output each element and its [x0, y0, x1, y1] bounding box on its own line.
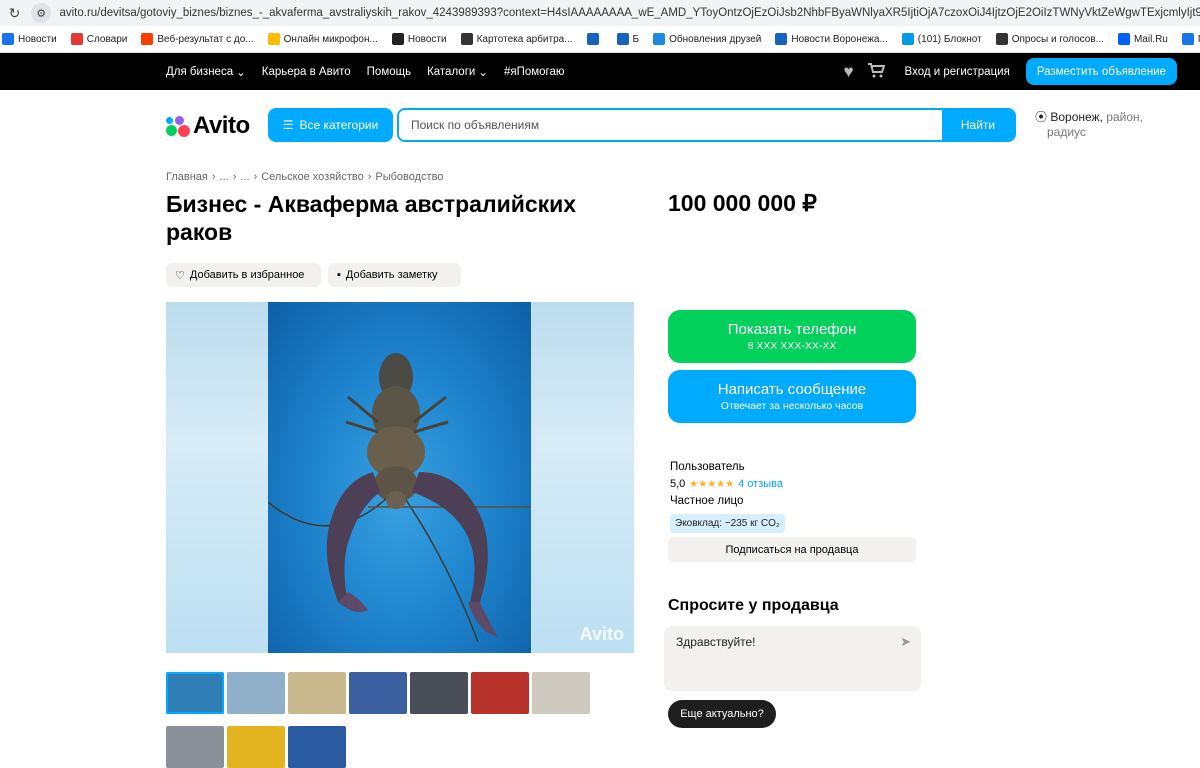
bookmarks-bar: Новости Словари Веб-результат с до... Онлай…: [0, 26, 1200, 53]
favorites-heart-icon[interactable]: ♥: [843, 63, 853, 80]
site-header: Avito ☰ Все категории Найти ⦿ Воронеж, р…: [0, 90, 1200, 160]
bookmark-item[interactable]: Mail.Ru: [1117, 33, 1168, 45]
ask-seller-title: Спросите у продавца: [668, 597, 839, 614]
breadcrumb-item[interactable]: ...: [220, 171, 229, 183]
bookmark-item[interactable]: Опросы и голосов...: [995, 33, 1104, 45]
gallery-thumbnail[interactable]: [166, 672, 224, 714]
bookmark-item[interactable]: Новости: [2, 33, 57, 45]
bookmark-item[interactable]: [586, 33, 603, 45]
gallery-blur-right: [532, 302, 634, 653]
subscribe-seller-button[interactable]: Подписаться на продавца: [668, 537, 916, 562]
gallery-thumbnail[interactable]: [227, 672, 285, 714]
logo-dots-icon: [166, 115, 190, 137]
bookmark-item[interactable]: Обновления друзей: [653, 33, 761, 45]
bookmark-item[interactable]: Словари: [70, 33, 127, 45]
reload-icon[interactable]: ↻: [6, 5, 23, 22]
bookmark-item[interactable]: (101) Блокнот: [901, 33, 982, 45]
nav-help[interactable]: Помощь: [367, 66, 411, 78]
crayfish-illustration: [267, 353, 531, 643]
send-icon[interactable]: ➤: [900, 634, 911, 650]
reviews-link[interactable]: 4 отзыва: [738, 476, 783, 493]
login-link[interactable]: Вход и регистрация: [905, 66, 1010, 78]
write-message-button[interactable]: Написать сообщение Отвечает за несколько…: [668, 370, 916, 423]
seller-name[interactable]: Пользователь: [670, 459, 785, 476]
bookmark-favicon-icon: [391, 33, 404, 45]
bookmark-item[interactable]: Картотека арбитра...: [460, 33, 573, 45]
bookmark-item[interactable]: Онлайн микрофон...: [267, 33, 378, 45]
bookmark-item[interactable]: Новости Воронежа...: [775, 33, 888, 45]
add-note-button[interactable]: ▪ Добавить заметку: [328, 263, 461, 287]
breadcrumb-home[interactable]: Главная: [166, 171, 208, 183]
chevron-down-icon: ⌄: [236, 66, 246, 79]
nav-for-business[interactable]: Для бизнеса ⌄: [166, 65, 246, 79]
bookmark-item[interactable]: Веб-результат с до...: [141, 33, 254, 45]
nav-catalogs[interactable]: Каталоги ⌄: [427, 65, 488, 79]
breadcrumb: Главная › ... › ... › Сельское хозяйство › Р…: [166, 171, 444, 183]
nav-i-help[interactable]: #яПомогаю: [504, 66, 565, 78]
all-categories-button[interactable]: ☰ Все категории: [268, 108, 393, 142]
seller-type: Частное лицо: [670, 495, 744, 507]
bookmark-favicon-icon: [775, 33, 788, 45]
bookmark-favicon-icon: [70, 33, 83, 45]
cart-icon[interactable]: [867, 62, 885, 81]
message-input[interactable]: Здравствуйте! ➤: [664, 626, 921, 691]
add-to-favorites-button[interactable]: ♡ Добавить в избранное: [166, 263, 321, 287]
gallery-thumbnail[interactable]: [532, 672, 590, 714]
rating-stars-icon: ★★★★★: [689, 479, 735, 490]
post-ad-button[interactable]: Разместить объявление: [1025, 58, 1177, 85]
bookmark-favicon-icon: [2, 33, 14, 45]
bookmark-item[interactable]: Поиск в Интернете: [1181, 33, 1200, 45]
breadcrumb-item[interactable]: ...: [240, 171, 249, 183]
bookmark-favicon-icon: [995, 33, 1008, 45]
search-bar: Найти: [397, 108, 1016, 142]
location-pin-icon: ⦿: [1035, 110, 1048, 124]
crayfish-photo: [267, 302, 531, 653]
nav-career[interactable]: Карьера в Авито: [262, 66, 351, 78]
site-info-icon[interactable]: ⚙: [30, 3, 52, 23]
url-field[interactable]: avito.ru/devitsa/gotoviy_biznes/biznes_-…: [59, 7, 1200, 19]
bookmark-favicon-icon: [267, 33, 280, 45]
breadcrumb-fish-farming[interactable]: Рыбоводство: [375, 171, 443, 183]
heart-outline-icon: ♡: [175, 269, 185, 282]
photo-gallery[interactable]: Avito: [166, 302, 634, 653]
avito-watermark: Avito: [579, 624, 624, 644]
bookmark-favicon-icon: [1181, 33, 1194, 45]
listing-price: 100 000 000 ₽: [668, 190, 817, 216]
seller-info: Пользователь 5,0 ★★★★★ 4 отзыва Частное …: [670, 459, 785, 533]
note-icon: ▪: [337, 269, 341, 281]
bookmark-favicon-icon: [616, 33, 629, 45]
bookmark-favicon-icon: [653, 33, 666, 45]
bookmark-item[interactable]: Новости: [391, 33, 447, 45]
seller-rating: 5,0 ★★★★★ 4 отзыва: [670, 476, 785, 493]
bookmark-favicon-icon: [141, 33, 154, 45]
thumbnail-strip: [166, 672, 606, 768]
search-input[interactable]: [399, 110, 942, 140]
eco-badge[interactable]: Эковклад: −235 кг CO₂: [670, 514, 785, 533]
location-selector[interactable]: ⦿ Воронеж, район, радиус: [1035, 110, 1155, 140]
quick-reply-button[interactable]: Еще актуально?: [668, 700, 776, 728]
menu-search-icon: ☰: [282, 118, 294, 132]
gallery-thumbnail[interactable]: [471, 672, 529, 714]
bookmark-favicon-icon: [901, 33, 914, 45]
gallery-thumbnail[interactable]: [410, 672, 468, 714]
logo-text: Avito: [193, 112, 250, 139]
top-navigation: Для бизнеса ⌄ Карьера в Авито Помощь Ката…: [0, 53, 1200, 90]
chevron-down-icon: ⌄: [478, 66, 488, 79]
browser-address-bar: ↻ ⚙ avito.ru/devitsa/gotoviy_biznes/bizn…: [0, 0, 1200, 26]
search-button[interactable]: Найти: [942, 110, 1014, 140]
show-phone-button[interactable]: Показать телефон 8 XXX XXX-XX-XX: [668, 310, 916, 363]
listing-title: Бизнес - Акваферма австралийских раков: [166, 191, 577, 245]
bookmark-favicon-icon: [460, 33, 473, 45]
bookmark-item[interactable]: Б: [616, 33, 639, 45]
gallery-blur-left: [166, 302, 268, 653]
bookmark-favicon-icon: [1117, 33, 1130, 45]
breadcrumb-agriculture[interactable]: Сельское хозяйство: [261, 171, 363, 183]
avito-logo[interactable]: Avito: [166, 112, 250, 140]
bookmark-favicon-icon: [586, 33, 599, 45]
gallery-thumbnail[interactable]: [349, 672, 407, 714]
gallery-thumbnail[interactable]: [288, 672, 346, 714]
